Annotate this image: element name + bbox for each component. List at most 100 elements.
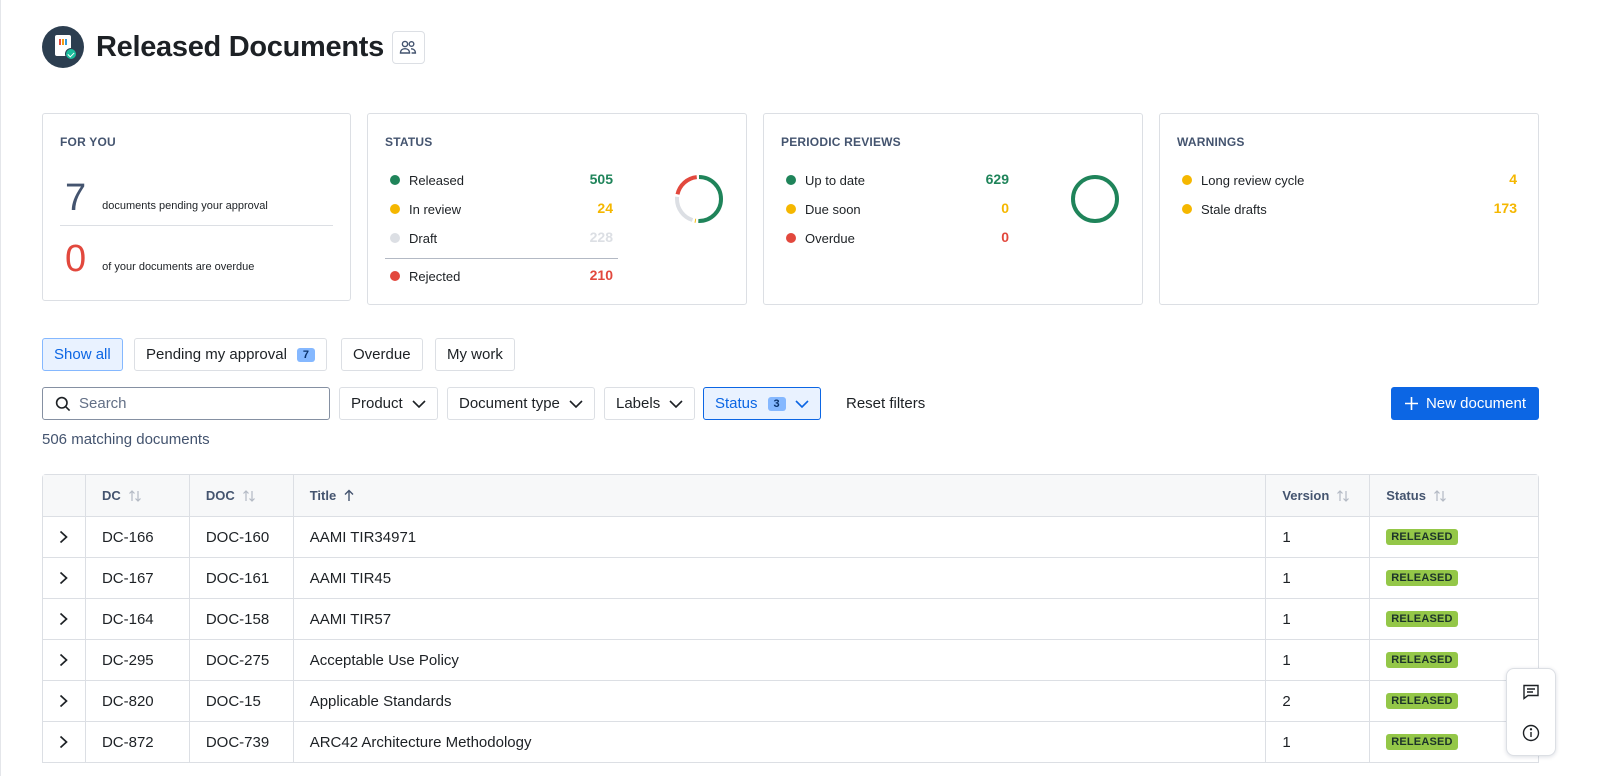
divider — [60, 225, 333, 226]
rejected-count: 210 — [589, 267, 613, 283]
status-filter-dropdown[interactable]: Status 3 — [703, 387, 821, 420]
status-rejected-row[interactable]: Rejected — [390, 267, 460, 285]
tab-pending-my-approval[interactable]: Pending my approval 7 — [134, 338, 328, 371]
status-in-review-row[interactable]: In review — [390, 200, 461, 218]
expand-row-button[interactable] — [43, 722, 86, 762]
tab-label: Show all — [54, 346, 111, 363]
reset-filters-button[interactable]: Reset filters — [846, 395, 925, 412]
up-to-date-dot-icon — [786, 175, 796, 185]
doc-cell: DOC-15 — [190, 681, 294, 721]
tab-overdue[interactable]: Overdue — [341, 338, 423, 371]
table-row[interactable]: DC-166 DOC-160 AAMI TIR34971 1 RELEASED — [43, 517, 1538, 558]
table-row[interactable]: DC-164 DOC-158 AAMI TIR57 1 RELEASED — [43, 599, 1538, 640]
status-released-row[interactable]: Released — [390, 171, 464, 189]
long-review-cycle-row[interactable]: Long review cycle — [1182, 171, 1304, 189]
sort-icon — [1336, 489, 1350, 503]
column-label: Title — [309, 488, 337, 503]
overdue-row[interactable]: Overdue — [786, 229, 855, 247]
comment-icon — [1523, 684, 1539, 700]
chevron-right-icon — [60, 530, 69, 544]
up-to-date-row[interactable]: Up to date — [786, 171, 865, 189]
tab-label: Pending my approval — [146, 346, 287, 363]
draft-dot-icon — [390, 233, 400, 243]
donut-segment-up-to-date — [1071, 175, 1119, 223]
due-soon-dot-icon — [786, 204, 796, 214]
warning-dot-icon — [1182, 204, 1192, 214]
table-header: DC DOC Title Version Status — [43, 475, 1538, 517]
overdue-summary[interactable]: 0 of your documents are overdue — [65, 240, 254, 278]
tab-show-all[interactable]: Show all — [42, 338, 123, 371]
periodic-reviews-title: PERIODIC REVIEWS — [781, 135, 901, 149]
status-label: Rejected — [409, 268, 461, 284]
title-cell[interactable]: Applicable Standards — [294, 681, 1267, 721]
table-row[interactable]: DC-167 DOC-161 AAMI TIR45 1 RELEASED — [43, 558, 1538, 599]
status-title: STATUS — [385, 135, 433, 149]
version-cell: 1 — [1266, 640, 1371, 680]
info-icon — [1522, 724, 1540, 742]
status-draft-row[interactable]: Draft — [390, 229, 437, 247]
divider — [385, 258, 618, 259]
title-cell[interactable]: AAMI TIR45 — [294, 558, 1267, 598]
product-filter-dropdown[interactable]: Product — [339, 387, 438, 420]
expand-column-header — [43, 475, 86, 516]
labels-filter-dropdown[interactable]: Labels — [604, 387, 696, 420]
pending-approval-summary[interactable]: 7 documents pending your approval — [65, 179, 268, 217]
feedback-button[interactable] — [1521, 682, 1541, 702]
table-row[interactable]: DC-872 DOC-739 ARC42 Architecture Method… — [43, 722, 1538, 763]
expand-row-button[interactable] — [43, 640, 86, 680]
watchers-button[interactable] — [391, 30, 425, 64]
status-badge: RELEASED — [1386, 652, 1458, 668]
due-soon-row[interactable]: Due soon — [786, 200, 861, 218]
in-review-dot-icon — [390, 204, 400, 214]
column-header-title[interactable]: Title — [294, 475, 1267, 516]
new-document-button[interactable]: New document — [1391, 387, 1539, 420]
status-filter-count-badge: 3 — [767, 396, 786, 411]
dc-cell: DC-164 — [86, 599, 190, 639]
draft-count: 228 — [589, 229, 613, 245]
long-review-cycle-count: 4 — [1509, 171, 1517, 187]
search-input[interactable] — [79, 395, 319, 412]
page-title: Released Documents — [96, 30, 384, 63]
expand-row-button[interactable] — [43, 558, 86, 598]
title-cell[interactable]: Acceptable Use Policy — [294, 640, 1267, 680]
stale-drafts-row[interactable]: Stale drafts — [1182, 200, 1267, 218]
chevron-right-icon — [60, 571, 69, 585]
doc-cell: DOC-161 — [190, 558, 294, 598]
column-header-version[interactable]: Version — [1266, 475, 1371, 516]
expand-row-button[interactable] — [43, 681, 86, 721]
tab-my-work[interactable]: My work — [435, 338, 515, 371]
title-cell[interactable]: ARC42 Architecture Methodology — [294, 722, 1267, 762]
matching-count: 506 matching documents — [42, 431, 210, 448]
status-cell: RELEASED — [1370, 599, 1538, 639]
chevron-right-icon — [60, 612, 69, 626]
title-cell[interactable]: AAMI TIR57 — [294, 599, 1267, 639]
column-label: Status — [1386, 488, 1426, 503]
doc-cell: DOC-275 — [190, 640, 294, 680]
info-button[interactable] — [1521, 723, 1541, 743]
expand-row-button[interactable] — [43, 517, 86, 557]
dropdown-label: Document type — [459, 395, 560, 412]
table-row[interactable]: DC-295 DOC-275 Acceptable Use Policy 1 R… — [43, 640, 1538, 681]
table-row[interactable]: DC-820 DOC-15 Applicable Standards 2 REL… — [43, 681, 1538, 722]
document-type-filter-dropdown[interactable]: Document type — [447, 387, 595, 420]
column-header-status[interactable]: Status — [1370, 475, 1538, 516]
sort-ascending-icon — [343, 489, 355, 502]
column-label: DOC — [205, 488, 235, 503]
column-header-doc[interactable]: DOC — [190, 475, 294, 516]
overdue-text: of your documents are overdue — [102, 261, 255, 273]
pending-text: documents pending your approval — [102, 200, 268, 212]
pending-count: 7 — [65, 177, 87, 219]
sort-icon — [1433, 489, 1447, 503]
new-document-label: New document — [1425, 395, 1527, 412]
dc-cell: DC-167 — [86, 558, 190, 598]
version-cell: 1 — [1266, 599, 1371, 639]
column-header-dc[interactable]: DC — [86, 475, 190, 516]
sort-icon — [128, 489, 142, 503]
expand-row-button[interactable] — [43, 599, 86, 639]
people-icon — [400, 40, 417, 54]
search-icon — [55, 396, 71, 411]
status-cell: RELEASED — [1370, 558, 1538, 598]
title-cell[interactable]: AAMI TIR34971 — [294, 517, 1267, 557]
released-documents-logo-icon — [42, 26, 84, 68]
version-cell: 1 — [1266, 517, 1371, 557]
